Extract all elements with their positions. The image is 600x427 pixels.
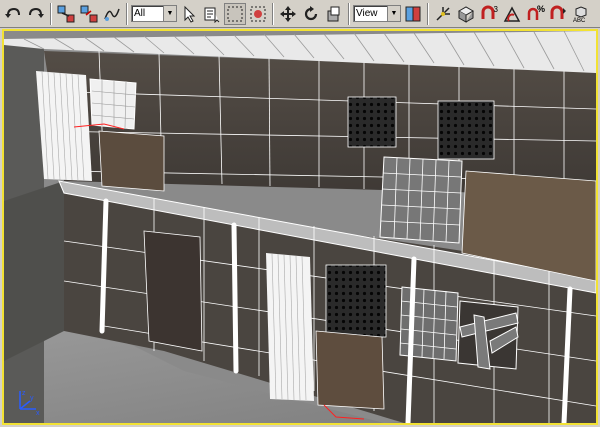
percent-snap-label: % <box>536 3 545 14</box>
spinner-snap-icon[interactable] <box>547 3 569 25</box>
use-pivot-center-icon[interactable] <box>402 3 424 25</box>
svg-text:y: y <box>30 395 34 402</box>
upper-vent-left <box>347 96 397 148</box>
angle-snap-icon[interactable] <box>501 3 523 25</box>
select-object-icon[interactable] <box>178 3 200 25</box>
toolbar-separator <box>272 2 274 25</box>
reference-coordinate-dropdown[interactable]: View ▼ <box>353 5 401 22</box>
scene-render <box>4 31 596 423</box>
lower-door <box>143 230 203 352</box>
upper-vent-right <box>437 100 495 160</box>
bind-to-space-warp-icon[interactable] <box>101 3 123 25</box>
select-and-move-icon[interactable] <box>277 3 299 25</box>
selection-filter-value: All <box>134 8 146 19</box>
main-toolbar: All ▼ View ▼ 3 % ABC <box>0 0 600 28</box>
svg-text:z: z <box>22 390 26 397</box>
select-and-rotate-icon[interactable] <box>300 3 322 25</box>
edit-named-selection-icon[interactable]: ABC <box>570 3 592 25</box>
toolbar-separator <box>427 2 429 25</box>
left-lower-wall <box>4 181 64 361</box>
lower-white-door <box>266 253 314 401</box>
reference-coordinate-value: View <box>356 8 378 19</box>
redo-icon[interactable] <box>25 3 47 25</box>
undo-icon[interactable] <box>2 3 24 25</box>
toolbar-separator <box>126 2 128 25</box>
perspective-viewport[interactable]: z x y <box>2 29 598 425</box>
unlink-selection-icon[interactable] <box>78 3 100 25</box>
rectangular-selection-region-icon[interactable] <box>224 2 246 25</box>
select-and-link-icon[interactable] <box>55 3 77 25</box>
snaps-toggle-label: 3 <box>493 4 498 14</box>
chevron-down-icon: ▼ <box>163 6 176 21</box>
axis-tripod-icon: z x y <box>19 390 40 417</box>
window-crossing-icon[interactable] <box>247 3 269 25</box>
upper-small-window <box>89 78 137 130</box>
toolbar-separator <box>50 2 52 25</box>
snaps-toggle-icon[interactable]: 3 <box>478 3 500 25</box>
lower-panel <box>315 330 385 410</box>
keyboard-shortcut-override-icon[interactable] <box>455 3 477 25</box>
lower-vent <box>325 264 387 338</box>
edit-named-selection-label: ABC <box>573 17 586 24</box>
select-and-scale-icon[interactable] <box>323 3 345 25</box>
selection-filter-dropdown[interactable]: All ▼ <box>131 5 177 22</box>
upper-panel <box>98 130 165 192</box>
svg-text:x: x <box>36 410 40 417</box>
select-and-manipulate-icon[interactable] <box>432 3 454 25</box>
chevron-down-icon: ▼ <box>387 6 400 21</box>
upper-mesh-window <box>379 156 463 244</box>
boarded-window <box>457 300 519 370</box>
percent-snap-icon[interactable]: % <box>524 3 546 25</box>
select-by-name-icon[interactable] <box>201 3 223 25</box>
toolbar-separator <box>348 2 350 25</box>
